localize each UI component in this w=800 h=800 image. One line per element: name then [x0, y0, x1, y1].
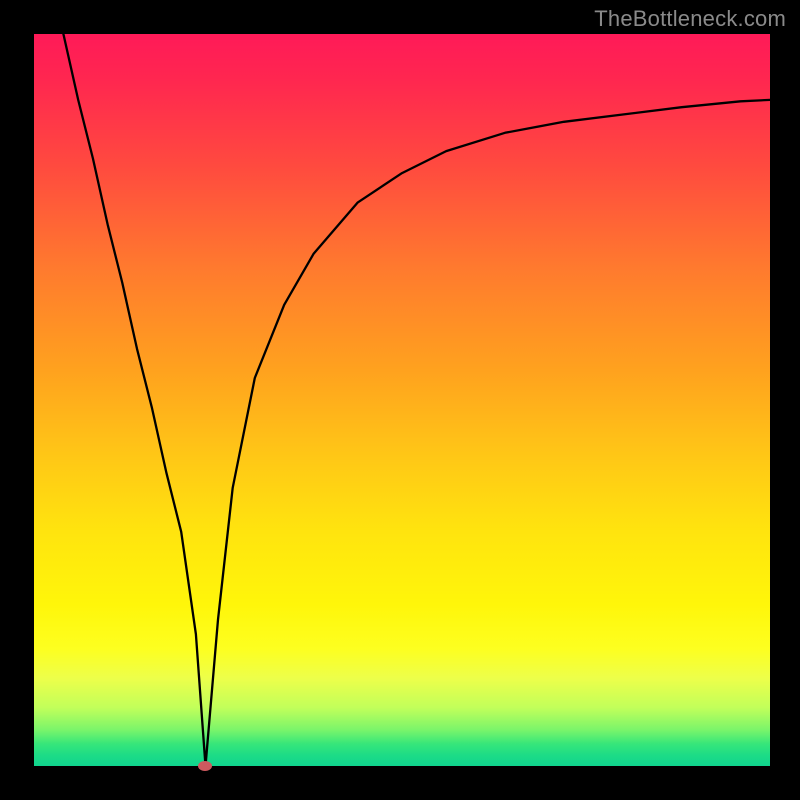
gradient-background [34, 34, 770, 766]
chart-frame: TheBottleneck.com [0, 0, 800, 800]
watermark-text: TheBottleneck.com [594, 6, 786, 32]
minimum-marker [198, 761, 212, 771]
plot-area [34, 34, 770, 766]
